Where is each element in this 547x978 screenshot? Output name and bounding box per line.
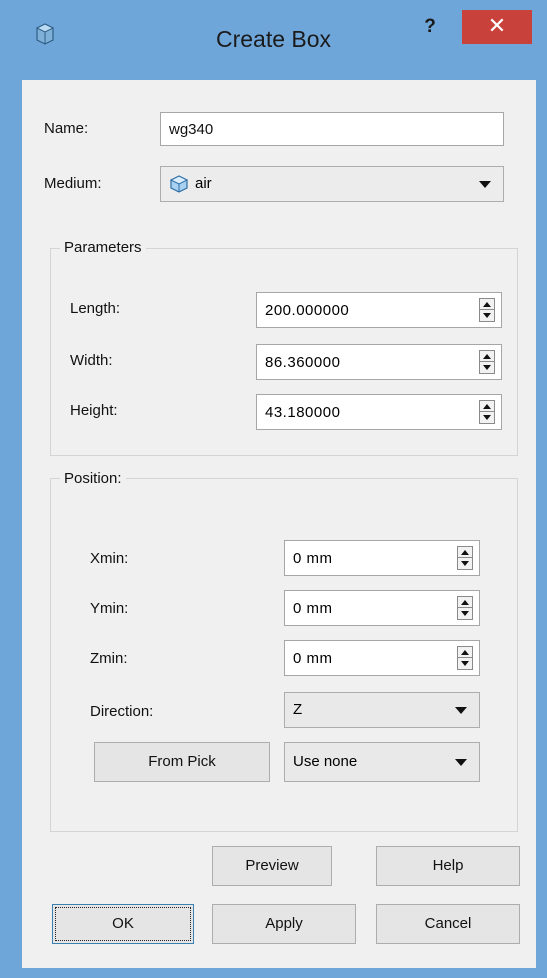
- close-button[interactable]: ✕: [462, 10, 532, 44]
- width-label: Width:: [70, 352, 113, 369]
- width-spinbox[interactable]: 86.360000: [256, 344, 502, 380]
- arrow-down-icon: [461, 611, 469, 616]
- ymin-spinbox[interactable]: 0 mm: [284, 590, 480, 626]
- zmin-spinbox[interactable]: 0 mm: [284, 640, 480, 676]
- parameters-group-title: Parameters: [60, 239, 146, 256]
- use-value: Use none: [293, 753, 358, 770]
- arrow-down-icon: [461, 561, 469, 566]
- medium-select[interactable]: air: [160, 166, 504, 202]
- context-help-button[interactable]: ?: [410, 10, 450, 44]
- height-value: 43.180000: [265, 404, 341, 421]
- medium-cube-icon: [169, 175, 189, 193]
- from-pick-button[interactable]: From Pick: [94, 742, 270, 782]
- dialog-body: Name: Medium: air Parameters Length: 200…: [22, 80, 536, 968]
- length-value: 200.000000: [265, 302, 350, 319]
- chevron-down-icon: [479, 181, 491, 188]
- arrow-up-icon: [483, 404, 491, 409]
- apply-button[interactable]: Apply: [212, 904, 356, 944]
- arrow-down-icon: [483, 365, 491, 370]
- ymin-label: Ymin:: [90, 600, 129, 617]
- zmin-label: Zmin:: [90, 650, 128, 667]
- zmin-value: 0 mm: [293, 650, 333, 667]
- zmin-stepper[interactable]: [457, 646, 473, 670]
- height-stepper[interactable]: [479, 400, 495, 424]
- length-stepper[interactable]: [479, 298, 495, 322]
- arrow-up-icon: [461, 550, 469, 555]
- length-spinbox[interactable]: 200.000000: [256, 292, 502, 328]
- direction-value: Z: [293, 701, 303, 718]
- width-value: 86.360000: [265, 354, 341, 371]
- ymin-value: 0 mm: [293, 600, 333, 617]
- arrow-down-icon: [483, 415, 491, 420]
- use-select[interactable]: Use none: [284, 742, 480, 782]
- length-label: Length:: [70, 300, 121, 317]
- direction-select[interactable]: Z: [284, 692, 480, 728]
- height-spinbox[interactable]: 43.180000: [256, 394, 502, 430]
- ok-button[interactable]: OK: [52, 904, 194, 944]
- name-label: Name:: [44, 120, 89, 137]
- chevron-down-icon: [455, 759, 467, 766]
- title-bar[interactable]: Create Box ? ✕: [0, 0, 547, 78]
- position-group-title: Position:: [60, 470, 126, 487]
- medium-value: air: [195, 175, 212, 192]
- xmin-stepper[interactable]: [457, 546, 473, 570]
- xmin-spinbox[interactable]: 0 mm: [284, 540, 480, 576]
- width-stepper[interactable]: [479, 350, 495, 374]
- name-field[interactable]: [160, 112, 504, 146]
- xmin-value: 0 mm: [293, 550, 333, 567]
- arrow-up-icon: [461, 650, 469, 655]
- height-label: Height:: [70, 402, 118, 419]
- ymin-stepper[interactable]: [457, 596, 473, 620]
- cancel-button[interactable]: Cancel: [376, 904, 520, 944]
- xmin-label: Xmin:: [90, 550, 129, 567]
- arrow-up-icon: [483, 302, 491, 307]
- arrow-up-icon: [483, 354, 491, 359]
- help-button[interactable]: Help: [376, 846, 520, 886]
- direction-label: Direction:: [90, 703, 154, 720]
- medium-label: Medium:: [44, 175, 102, 192]
- arrow-up-icon: [461, 600, 469, 605]
- arrow-down-icon: [483, 313, 491, 318]
- create-box-dialog: Create Box ? ✕ Name: Medium: air Paramet…: [0, 0, 547, 978]
- preview-button[interactable]: Preview: [212, 846, 332, 886]
- chevron-down-icon: [455, 707, 467, 714]
- arrow-down-icon: [461, 661, 469, 666]
